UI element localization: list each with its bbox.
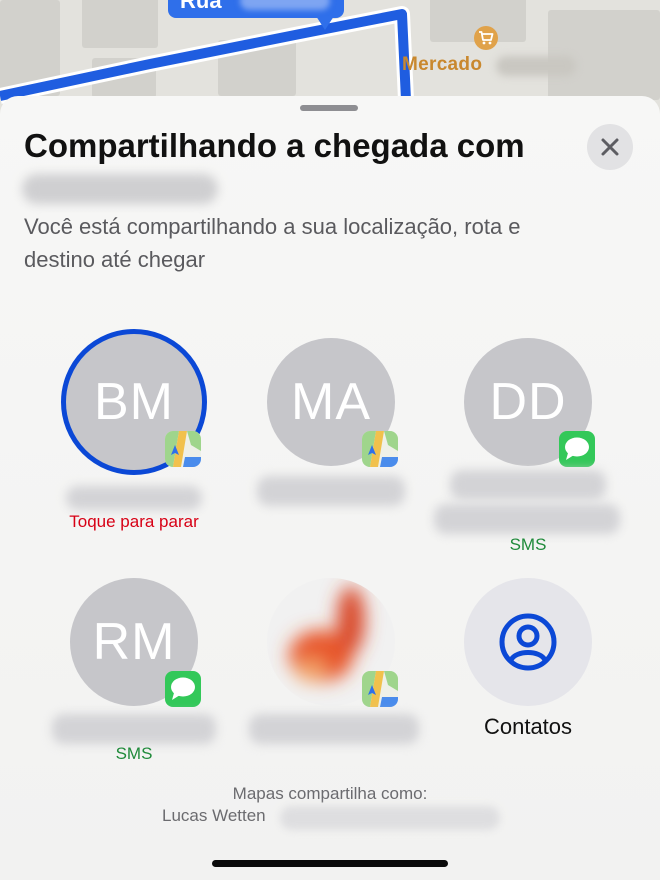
contacts-label: Contatos [483, 714, 573, 739]
status-text: SMS [115, 744, 153, 763]
poi-label[interactable]: Mercado [402, 54, 482, 76]
messages-app-icon [165, 671, 201, 707]
contacts-button[interactable]: Contatos [428, 578, 628, 798]
xmark-icon [601, 138, 619, 156]
redacted-contact-name [249, 714, 419, 744]
contact-dd[interactable]: DD SMS [428, 338, 628, 558]
sheet-grabber[interactable] [300, 105, 358, 111]
maps-app-icon [362, 671, 398, 707]
shopping-cart-icon[interactable] [474, 26, 498, 50]
contacts-circle [464, 578, 592, 706]
contact-ma[interactable]: MA [231, 338, 431, 558]
contact-photo[interactable] [231, 578, 431, 798]
contact-bm[interactable]: BM Toque para parar [34, 329, 234, 558]
status-text: SMS [509, 535, 547, 554]
close-button[interactable] [587, 124, 633, 170]
redacted-street [240, 0, 330, 10]
home-indicator[interactable] [212, 860, 448, 867]
sheet-subtitle: Você está compartilhando a sua localizaç… [24, 214, 521, 272]
maps-app-icon [362, 431, 398, 467]
sheet-title: Compartilhando a chegada com [24, 127, 525, 164]
redacted-contact-detail [434, 504, 620, 534]
street-label-pointer [316, 16, 334, 30]
messages-app-icon [559, 431, 595, 467]
redacted-user-contact [280, 806, 500, 830]
redacted-contact-name [450, 470, 606, 500]
redacted-poi [496, 56, 576, 76]
redacted-contact-name [52, 714, 216, 744]
person-circle-icon [499, 613, 557, 671]
status-text: Toque para parar [69, 512, 199, 531]
redacted-recipient-name [22, 174, 218, 204]
contact-rm[interactable]: RM SMS [34, 578, 234, 798]
redacted-contact-name [257, 476, 405, 506]
maps-app-icon [165, 431, 201, 467]
footer-share-as: Mapas compartilha como: [232, 784, 428, 803]
share-eta-sheet: Compartilhando a chegada com Você está c… [0, 96, 660, 880]
footer-user-name: Lucas Wetten [162, 806, 266, 825]
redacted-contact-name [66, 486, 202, 510]
street-name: Rua [180, 0, 222, 13]
